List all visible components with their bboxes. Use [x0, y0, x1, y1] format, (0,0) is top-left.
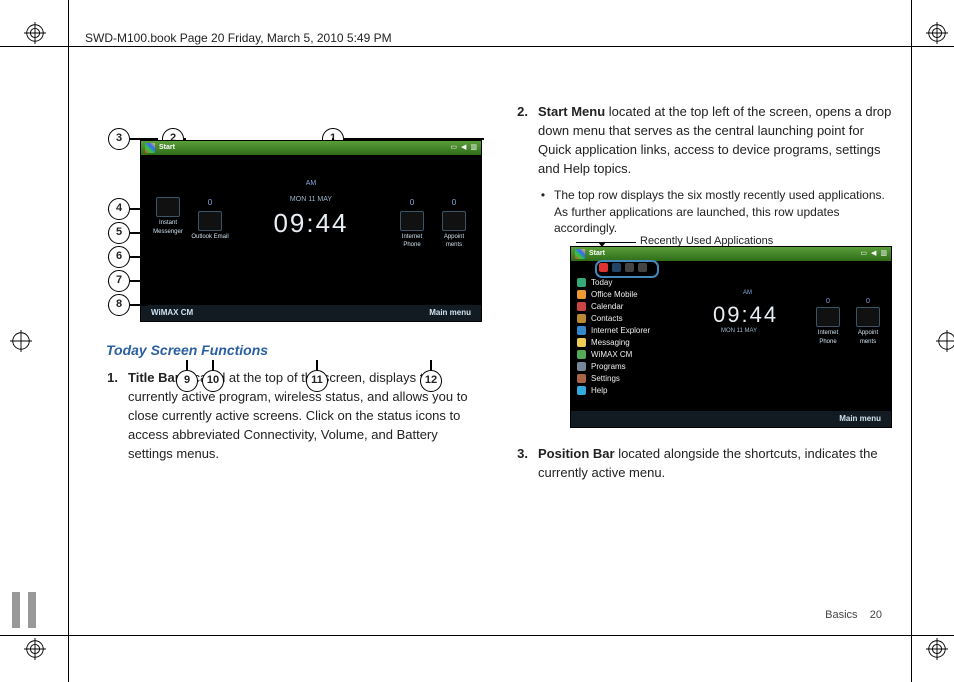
callout-4: 4: [108, 198, 130, 220]
speaker-icon: ◀: [871, 249, 876, 259]
app-label: Instant Messenger: [153, 220, 183, 235]
callout-11: 11: [306, 370, 328, 392]
windows-icon: [145, 143, 155, 153]
start-menu-list: Today Office Mobile Calendar Contacts In…: [577, 277, 650, 397]
ampm-label: AM: [306, 179, 317, 189]
contacts-icon: [577, 314, 586, 323]
reg-mark-icon: [926, 638, 948, 660]
list-item: 3. Position Bar located alongside the sh…: [510, 442, 894, 486]
start-label: Start: [159, 143, 175, 153]
softkey-right: Main menu: [429, 307, 471, 319]
app-label: Appoint ments: [858, 330, 878, 345]
today-screen-figure: Start ▭ ◀ ▥ AM 09:44 MON 11 MAY Instant …: [141, 141, 481, 321]
app-icon: [638, 263, 647, 272]
settings-icon: [577, 374, 586, 383]
calendar-icon: [577, 302, 586, 311]
battery-icon: ▥: [880, 249, 887, 259]
today-icon: [577, 278, 586, 287]
list-number: 2.: [510, 103, 528, 178]
callout-6: 6: [108, 246, 130, 268]
callout-8: 8: [108, 294, 130, 316]
callout-7: 7: [108, 270, 130, 292]
callout-10: 10: [202, 370, 224, 392]
bullet-item: •The top row displays the six mostly rec…: [538, 187, 894, 236]
list-number: 1.: [100, 369, 118, 463]
help-icon: [577, 386, 586, 395]
callout-5: 5: [108, 222, 130, 244]
windows-icon: [575, 249, 585, 259]
doc-path: SWD-M100.book Page 20 Friday, March 5, 2…: [85, 30, 392, 47]
signal-icon: ▭: [860, 249, 867, 259]
body-text: The top row displays the six mostly rece…: [554, 187, 894, 236]
office-icon: [577, 290, 586, 299]
start-menu-figure: Start ▭ ◀ ▥ Today: [570, 246, 892, 428]
reg-mark-icon: [936, 330, 954, 352]
term-bold: Start Menu: [538, 104, 605, 119]
app-icon: [625, 263, 634, 272]
section-heading: Today Screen Functions: [106, 340, 484, 360]
programs-icon: [577, 362, 586, 371]
signal-icon: ▭: [450, 143, 457, 153]
term-bold: Position Bar: [538, 446, 615, 461]
app-icon: [612, 263, 621, 272]
callout-3: 3: [108, 128, 130, 150]
app-label: Internet Phone: [402, 234, 422, 249]
opera-icon: [599, 263, 608, 272]
page-footer: Basics 20: [825, 608, 882, 624]
app-label: Internet Phone: [818, 330, 838, 345]
color-bar-icon: [28, 592, 36, 628]
reg-mark-icon: [10, 330, 32, 352]
term-bold: Title Bar: [128, 370, 180, 385]
app-label: Appoint ments: [444, 234, 464, 249]
date-label: MON 11 MAY: [721, 327, 757, 336]
wimax-icon: [577, 350, 586, 359]
reg-mark-icon: [24, 638, 46, 660]
battery-icon: ▥: [470, 143, 477, 153]
messaging-icon: [577, 338, 586, 347]
reg-mark-icon: [24, 22, 46, 44]
ampm-label: AM: [743, 289, 752, 298]
list-item: 2. Start Menu located at the top left of…: [510, 100, 894, 181]
callout-12: 12: [420, 370, 442, 392]
softkey-right: Main menu: [839, 413, 881, 425]
app-label: Outlook Email: [191, 234, 228, 240]
ie-icon: [577, 326, 586, 335]
softkey-left: WiMAX CM: [151, 307, 193, 319]
reg-mark-icon: [926, 22, 948, 44]
speaker-icon: ◀: [461, 143, 466, 153]
start-label: Start: [589, 249, 605, 259]
callout-9: 9: [176, 370, 198, 392]
list-number: 3.: [510, 445, 528, 483]
color-bar-icon: [12, 592, 20, 628]
